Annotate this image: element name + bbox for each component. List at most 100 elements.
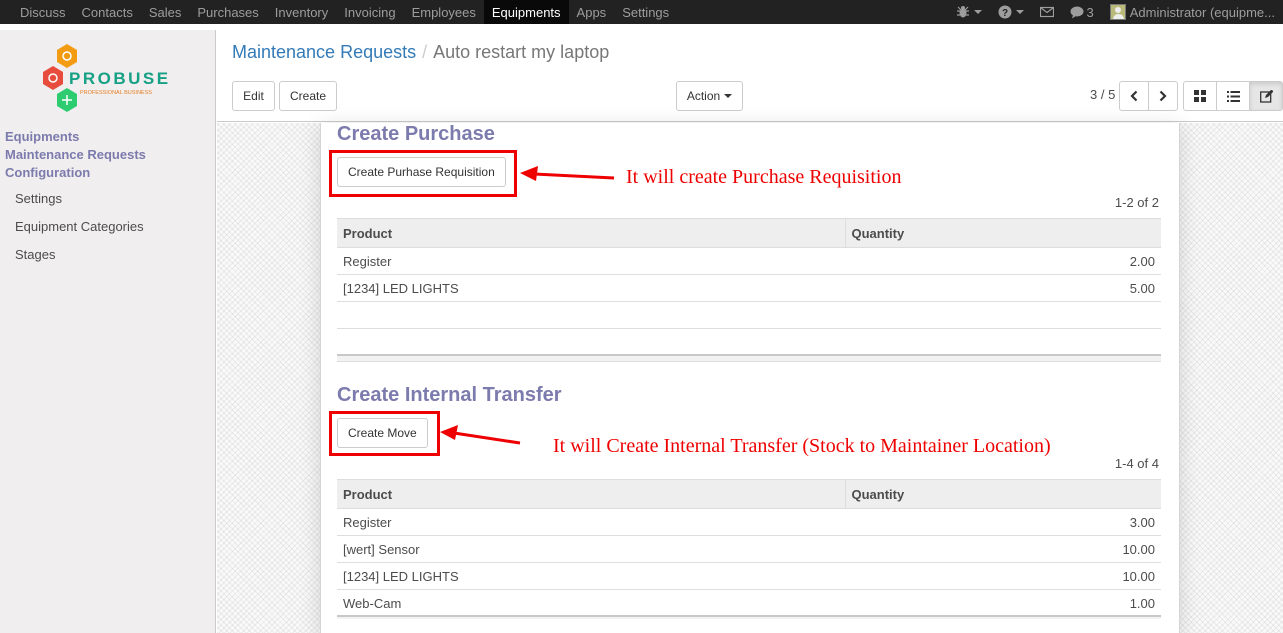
table-header-row: Product Quantity	[337, 218, 1161, 248]
sidebar-item-equipment-categories[interactable]: Equipment Categories	[15, 219, 144, 234]
quantity-cell: 10.00	[845, 535, 1161, 563]
control-panel: Maintenance Requests / Auto restart my lap…	[217, 30, 1283, 122]
table-row[interactable]: [1234] LED LIGHTS 5.00	[337, 274, 1161, 302]
quantity-cell: 5.00	[845, 274, 1161, 302]
svg-text:?: ?	[1001, 8, 1007, 19]
svg-text:PROFESSIONAL BUSINESS: PROFESSIONAL BUSINESS	[80, 90, 152, 96]
product-cell: [1234] LED LIGHTS	[337, 562, 845, 590]
transfer-lines-table: Product Quantity Register 3.00 [wert] Se…	[337, 479, 1161, 617]
messages-count: 3	[1086, 4, 1094, 20]
purchase-lines-counter: 1-2 of 2	[1114, 195, 1159, 210]
form-sheet: Create Purchase Create Purhase Requisiti…	[320, 123, 1180, 633]
avatar	[1109, 4, 1126, 20]
probuse-logo-icon: PROBUSE PROFESSIONAL BUSINESS	[43, 44, 171, 112]
table-header-row: Product Quantity	[337, 479, 1161, 509]
menu-settings[interactable]: Settings	[614, 0, 677, 24]
quantity-cell: 2.00	[845, 247, 1161, 275]
quantity-cell: 1.00	[845, 589, 1161, 617]
product-cell: Register	[337, 508, 845, 536]
list-view-button[interactable]	[1216, 81, 1250, 111]
product-cell: Web-Cam	[337, 589, 845, 617]
column-header-quantity[interactable]: Quantity	[844, 218, 1161, 248]
menu-contacts[interactable]: Contacts	[74, 0, 141, 24]
annotation-transfer: It will Create Internal Transfer (Stock …	[553, 435, 1051, 457]
mail-button[interactable]	[1032, 6, 1062, 18]
table-row[interactable]: [wert] Sensor 10.00	[337, 535, 1161, 563]
list-icon	[1226, 90, 1240, 102]
pager-value: 3 / 5	[1090, 87, 1116, 102]
product-cell: [wert] Sensor	[337, 535, 845, 563]
debug-menu[interactable]	[948, 5, 990, 19]
product-cell: [1234] LED LIGHTS	[337, 274, 845, 302]
breadcrumb: Maintenance Requests / Auto restart my lap…	[232, 42, 609, 63]
kanban-view-button[interactable]	[1183, 81, 1217, 111]
pager-next-button[interactable]	[1148, 81, 1178, 111]
table-row[interactable]: Register 3.00	[337, 508, 1161, 536]
create-purchase-requisition-button[interactable]: Create Purhase Requisition	[337, 157, 506, 187]
menu-invoicing[interactable]: Invoicing	[336, 0, 403, 24]
column-header-product[interactable]: Product	[337, 218, 845, 248]
messages-button[interactable]: 3	[1062, 5, 1102, 20]
form-view-area: Create Purchase Create Purhase Requisiti…	[217, 123, 1283, 633]
annotation-arrow-purchase	[520, 166, 615, 181]
sidebar-item-stages[interactable]: Stages	[15, 247, 55, 262]
menu-inventory[interactable]: Inventory	[267, 0, 336, 24]
annotation-purchase: It will create Purchase Requisition	[626, 166, 902, 188]
breadcrumb-current: Auto restart my laptop	[433, 42, 610, 62]
sidebar-item-equipments[interactable]: Equipments	[5, 129, 79, 144]
help-menu[interactable]: ?	[990, 5, 1032, 19]
bug-icon	[956, 6, 969, 18]
chevron-right-icon	[1159, 90, 1167, 102]
action-label: Action	[686, 89, 721, 103]
user-name: Administrator (equipme...	[1129, 4, 1275, 20]
table-row[interactable]: [1234] LED LIGHTS 10.00	[337, 562, 1161, 590]
annotation-arrow-transfer	[440, 425, 521, 445]
app-menu: Discuss Contacts Sales Purchases Invento…	[0, 0, 677, 24]
help-icon: ?	[998, 5, 1012, 19]
column-header-product[interactable]: Product	[337, 479, 845, 509]
sidebar: PROBUSE PROFESSIONAL BUSINESS Equipments…	[0, 30, 216, 633]
quantity-cell: 3.00	[845, 508, 1161, 536]
transfer-lines-counter: 1-4 of 4	[1114, 456, 1159, 471]
breadcrumb-separator: /	[422, 42, 428, 62]
edit-button[interactable]: Edit	[232, 81, 275, 111]
menu-purchases[interactable]: Purchases	[189, 0, 266, 24]
purchase-lines-table: Product Quantity Register 2.00 [1234] LE…	[337, 218, 1161, 329]
table-row[interactable]: Web-Cam 1.00	[337, 589, 1161, 617]
form-view-button[interactable]	[1249, 81, 1283, 111]
column-header-quantity[interactable]: Quantity	[844, 479, 1161, 509]
action-dropdown[interactable]: Action	[676, 81, 743, 111]
pager-previous-button[interactable]	[1119, 81, 1149, 111]
comments-icon	[1070, 6, 1084, 18]
edit-form-icon	[1259, 89, 1273, 103]
create-move-button[interactable]: Create Move	[337, 418, 428, 448]
sidebar-item-maintenance-requests[interactable]: Maintenance Requests	[5, 147, 146, 162]
user-menu[interactable]: Administrator (equipme...	[1102, 4, 1283, 20]
section-title-transfer: Create Internal Transfer	[337, 384, 562, 406]
top-navbar: Discuss Contacts Sales Purchases Invento…	[0, 0, 1283, 24]
table-row[interactable]: Register 2.00	[337, 247, 1161, 275]
systray: ? 3 Administrator (equipme...	[948, 0, 1283, 24]
svg-text:PROBUSE: PROBUSE	[69, 69, 171, 88]
chevron-left-icon	[1130, 90, 1138, 102]
menu-discuss[interactable]: Discuss	[12, 0, 74, 24]
sidebar-item-configuration[interactable]: Configuration	[5, 165, 90, 180]
menu-apps[interactable]: Apps	[569, 0, 615, 24]
product-cell: Register	[337, 247, 845, 275]
table-footer-divider	[337, 615, 1161, 619]
section-divider	[337, 354, 1161, 362]
create-button[interactable]: Create	[279, 81, 337, 111]
company-logo: PROBUSE PROFESSIONAL BUSINESS	[38, 42, 188, 116]
kanban-icon	[1194, 90, 1206, 102]
empty-row	[337, 301, 1161, 329]
menu-sales[interactable]: Sales	[141, 0, 190, 24]
chevron-down-icon	[724, 94, 733, 98]
breadcrumb-parent[interactable]: Maintenance Requests	[232, 42, 416, 62]
envelope-icon	[1039, 6, 1054, 18]
menu-equipments[interactable]: Equipments	[483, 0, 569, 24]
chevron-down-icon	[973, 10, 982, 14]
sidebar-item-settings[interactable]: Settings	[15, 191, 62, 206]
menu-employees[interactable]: Employees	[404, 0, 484, 24]
quantity-cell: 10.00	[845, 562, 1161, 590]
section-title-purchase: Create Purchase	[337, 123, 495, 145]
